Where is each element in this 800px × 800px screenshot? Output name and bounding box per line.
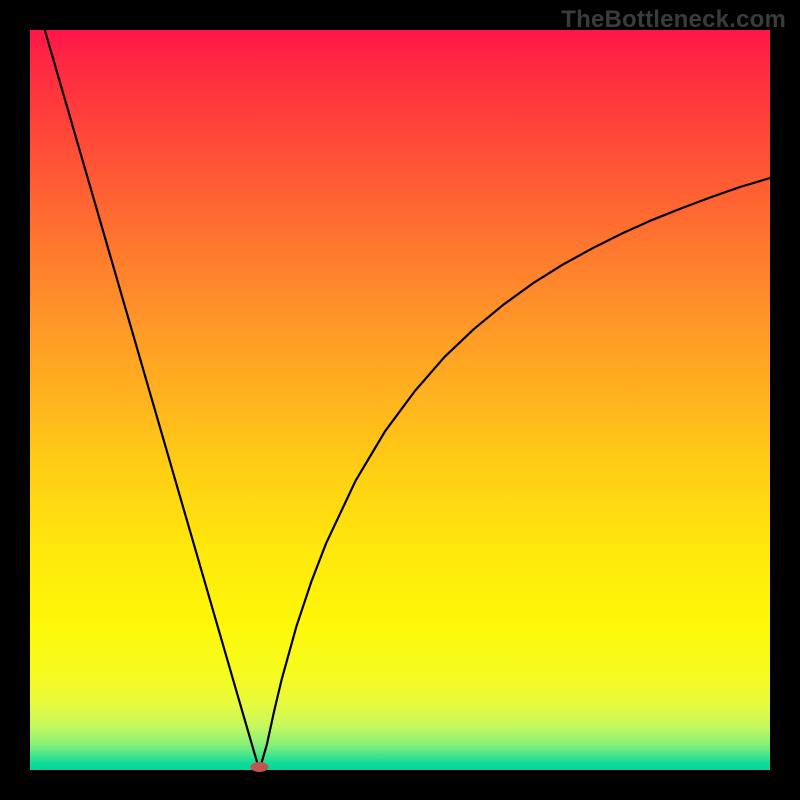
chart-frame: TheBottleneck.com (0, 0, 800, 800)
plot-area (30, 30, 770, 770)
bottleneck-curve (45, 30, 770, 770)
minimum-marker (250, 762, 268, 772)
curve-layer (30, 30, 770, 770)
watermark-text: TheBottleneck.com (561, 6, 786, 34)
